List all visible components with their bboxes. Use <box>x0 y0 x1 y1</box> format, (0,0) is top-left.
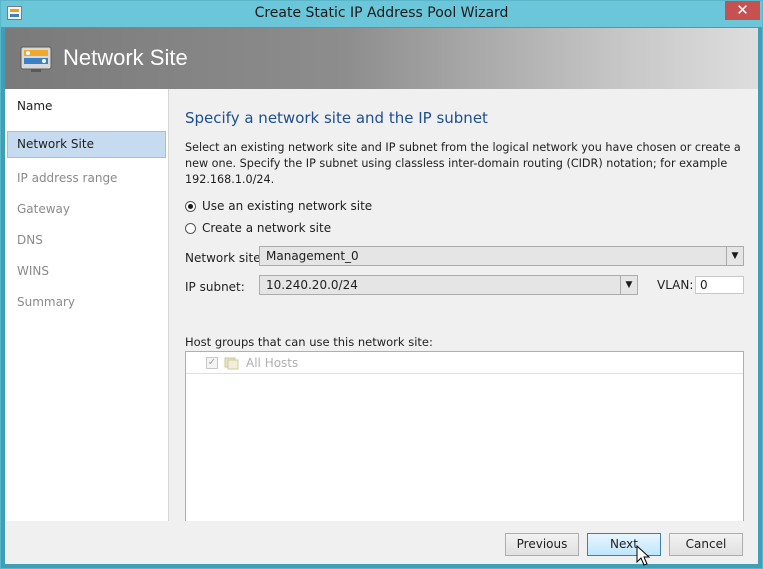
ip-subnet-value: 10.240.20.0/24 <box>266 278 358 292</box>
chevron-down-icon[interactable]: ▼ <box>620 276 637 294</box>
nav-item-summary[interactable]: Summary <box>5 289 166 316</box>
network-site-value: Management_0 <box>266 249 359 263</box>
list-item: ✓ All Hosts <box>186 352 743 374</box>
network-site-icon <box>20 46 52 72</box>
existing-site-option[interactable]: Use an existing network site <box>185 199 372 213</box>
nav-item-name[interactable]: Name <box>5 93 166 120</box>
nav-item-wins[interactable]: WINS <box>5 258 166 285</box>
title-bar: Create Static IP Address Pool Wizard ✕ <box>1 1 762 27</box>
nav-item-ip-address-range[interactable]: IP address range <box>5 165 166 192</box>
host-group-icon <box>224 357 239 370</box>
create-site-option[interactable]: Create a network site <box>185 221 331 235</box>
network-site-dropdown[interactable]: Management_0 ▼ <box>259 246 744 266</box>
wizard-body: Network Site Name Network Site IP addres… <box>5 28 758 564</box>
host-groups-list[interactable]: ✓ All Hosts <box>185 351 744 536</box>
ip-subnet-label: IP subnet: <box>185 280 245 294</box>
close-button[interactable]: ✕ <box>725 1 760 20</box>
wizard-window: Create Static IP Address Pool Wizard ✕ N… <box>0 0 763 569</box>
section-heading: Specify a network site and the IP subnet <box>185 109 488 127</box>
nav-item-network-site[interactable]: Network Site <box>7 131 166 158</box>
create-site-radio[interactable] <box>185 223 196 234</box>
nav-item-dns[interactable]: DNS <box>5 227 166 254</box>
nav-item-gateway[interactable]: Gateway <box>5 196 166 223</box>
all-hosts-label: All Hosts <box>246 356 299 370</box>
all-hosts-checkbox: ✓ <box>206 357 218 369</box>
main-content: Specify a network site and the IP subnet… <box>169 89 758 536</box>
window-title: Create Static IP Address Pool Wizard <box>254 5 509 21</box>
page-title: Network Site <box>63 45 188 70</box>
existing-site-label: Use an existing network site <box>202 199 373 213</box>
host-groups-label: Host groups that can use this network si… <box>185 335 433 349</box>
chevron-down-icon[interactable]: ▼ <box>726 247 743 265</box>
mouse-pointer-icon <box>636 545 651 566</box>
previous-button[interactable]: Previous <box>505 533 579 556</box>
existing-site-radio[interactable] <box>185 201 196 212</box>
cancel-button[interactable]: Cancel <box>669 533 743 556</box>
vlan-input[interactable]: 0 <box>695 276 744 294</box>
section-description: Select an existing network site and IP s… <box>185 141 741 186</box>
header-banner: Network Site <box>5 28 758 89</box>
network-site-label: Network site: <box>185 251 265 265</box>
wizard-steps-nav: Name Network Site IP address range Gatew… <box>5 89 169 521</box>
vlan-label: VLAN: <box>657 278 694 292</box>
ip-subnet-dropdown[interactable]: 10.240.20.0/24 ▼ <box>259 275 638 295</box>
create-site-label: Create a network site <box>202 221 332 235</box>
